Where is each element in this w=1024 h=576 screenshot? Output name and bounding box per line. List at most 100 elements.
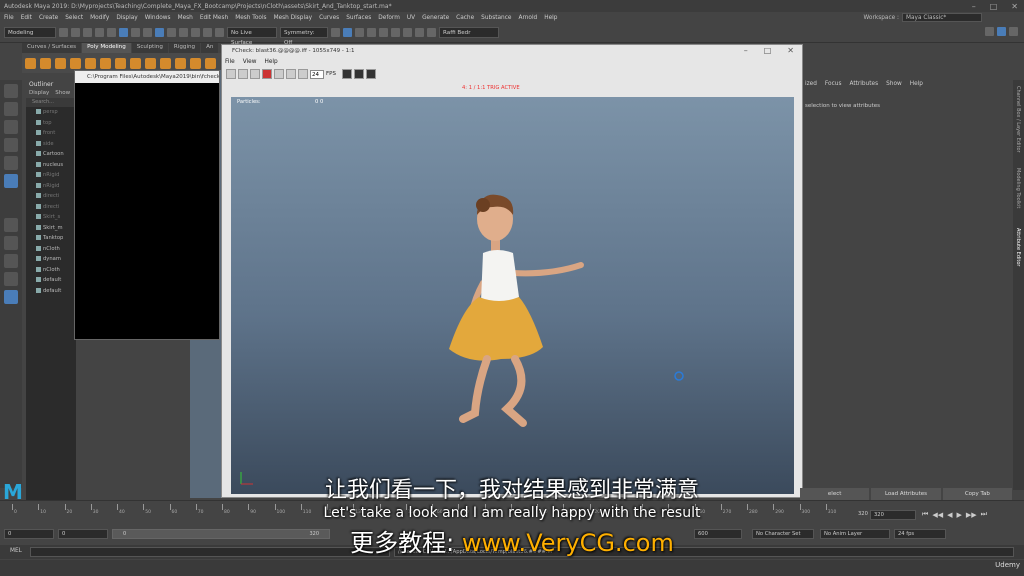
symmetry-dropdown[interactable]: Symmetry: Off xyxy=(280,27,328,46)
attr-menu-help[interactable]: Help xyxy=(910,81,923,91)
poly-platonic-icon[interactable] xyxy=(130,57,141,69)
user-dropdown[interactable]: Raffi Bedr xyxy=(439,27,499,38)
poly-plane-icon[interactable] xyxy=(100,57,111,69)
tab-modeling-toolkit[interactable]: Modeling Toolkit xyxy=(1015,168,1021,208)
menu-curves[interactable]: Curves xyxy=(319,15,339,21)
outliner-item[interactable]: Cartoon xyxy=(26,149,76,160)
menu-mesh-tools[interactable]: Mesh Tools xyxy=(235,15,266,21)
attr-menu-show[interactable]: Show xyxy=(886,81,902,91)
layout-icon-2[interactable] xyxy=(997,27,1006,36)
menu-mesh[interactable]: Mesh xyxy=(178,15,193,21)
move-tool-icon[interactable] xyxy=(4,138,18,152)
open-scene-icon[interactable] xyxy=(71,28,80,37)
poly-text-icon[interactable] xyxy=(205,57,216,69)
shelf-tab-rigging[interactable]: Rigging xyxy=(168,43,201,53)
poly-cone-icon[interactable] xyxy=(70,57,81,69)
render-settings-icon[interactable] xyxy=(379,28,388,37)
poly-torus-icon[interactable] xyxy=(85,57,96,69)
render-current-icon[interactable] xyxy=(355,28,364,37)
snap-grid-icon[interactable] xyxy=(155,28,164,37)
rgb-channel-icon[interactable] xyxy=(341,69,352,79)
select-component-icon[interactable] xyxy=(143,28,152,37)
menu-create[interactable]: Create xyxy=(39,15,58,21)
menu-generate[interactable]: Generate xyxy=(422,15,449,21)
mode-dropdown[interactable]: Modeling xyxy=(4,27,56,38)
minimize-icon[interactable]: – xyxy=(972,2,976,11)
menu-edit-mesh[interactable]: Edit Mesh xyxy=(200,15,228,21)
attr-menu-list[interactable]: ized xyxy=(805,81,817,91)
outliner-item[interactable]: default xyxy=(26,286,76,297)
menu-surfaces[interactable]: Surfaces xyxy=(346,15,371,21)
hypershade-icon[interactable] xyxy=(391,28,400,37)
play-back-icon[interactable] xyxy=(250,69,260,79)
outliner-item[interactable]: nRigid xyxy=(26,181,76,192)
ipr-render-icon[interactable] xyxy=(367,28,376,37)
menu-deform[interactable]: Deform xyxy=(378,15,400,21)
poly-prism-icon[interactable] xyxy=(160,57,171,69)
arnold-render-icon[interactable] xyxy=(403,28,412,37)
fcheck-menu-help[interactable]: Help xyxy=(264,59,277,65)
shelf-tab-poly-modeling[interactable]: Poly Modeling xyxy=(82,43,131,53)
rotate-tool-icon[interactable] xyxy=(4,156,18,170)
fast-forward-icon[interactable] xyxy=(298,69,308,79)
fcheck-minimize-icon[interactable]: – xyxy=(744,45,748,57)
outliner-menu-display[interactable]: Display xyxy=(29,89,49,98)
outliner-item[interactable]: directi xyxy=(26,202,76,213)
poly-cylinder-icon[interactable] xyxy=(55,57,66,69)
save-scene-icon[interactable] xyxy=(83,28,92,37)
poly-cube-icon[interactable] xyxy=(40,57,51,69)
shelf-tab-animation[interactable]: An xyxy=(201,43,219,53)
outliner-item[interactable]: Skirt_s xyxy=(26,212,76,223)
poly-sphere-icon[interactable] xyxy=(25,57,36,69)
step-forward-icon[interactable] xyxy=(286,69,296,79)
fcheck-window[interactable]: FCheck: blast36.@@@@.iff - 1055x749 - 1:… xyxy=(221,44,803,498)
outliner-menu-show[interactable]: Show xyxy=(55,89,70,98)
zoom-icon[interactable] xyxy=(365,69,376,79)
side-by-side-icon[interactable] xyxy=(4,272,18,286)
attr-menu-focus[interactable]: Focus xyxy=(825,81,842,91)
outliner-item[interactable]: nCloth xyxy=(26,265,76,276)
step-back-icon[interactable] xyxy=(238,69,248,79)
menu-windows[interactable]: Windows xyxy=(145,15,171,21)
outliner-layout-icon[interactable] xyxy=(4,290,18,304)
outliner-item[interactable]: directi xyxy=(26,191,76,202)
outliner-item[interactable]: nCloth xyxy=(26,244,76,255)
shelf-tab-sculpting[interactable]: Sculpting xyxy=(131,43,168,53)
snap-point-icon[interactable] xyxy=(179,28,188,37)
menu-edit[interactable]: Edit xyxy=(21,15,32,21)
outliner-item[interactable]: nRigid xyxy=(26,170,76,181)
layout-icon-3[interactable] xyxy=(1009,27,1018,36)
stop-icon[interactable] xyxy=(262,69,272,79)
menu-display[interactable]: Display xyxy=(116,15,137,21)
select-tool-icon[interactable] xyxy=(4,84,18,98)
outliner-search-input[interactable]: Search... xyxy=(26,98,76,107)
poly-disc-icon[interactable] xyxy=(115,57,126,69)
attr-menu-attributes[interactable]: Attributes xyxy=(849,81,878,91)
play-icon[interactable] xyxy=(274,69,284,79)
workspace-dropdown[interactable]: Maya Classic* xyxy=(902,13,982,22)
outliner-item[interactable]: front xyxy=(26,128,76,139)
four-view-icon[interactable] xyxy=(4,254,18,268)
select-hierarchy-icon[interactable] xyxy=(119,28,128,37)
history-icon[interactable] xyxy=(203,28,212,37)
live-surface-field[interactable]: No Live Surface xyxy=(227,27,277,46)
poly-pipe-icon[interactable] xyxy=(175,57,186,69)
new-scene-icon[interactable] xyxy=(59,28,68,37)
outliner-item[interactable]: side xyxy=(26,139,76,150)
menu-file[interactable]: File xyxy=(4,15,14,21)
fps-input[interactable]: 24 xyxy=(310,69,324,79)
outliner-item[interactable]: persp xyxy=(26,107,76,118)
outliner-item[interactable]: dynam xyxy=(26,254,76,265)
menu-arnold[interactable]: Arnold xyxy=(518,15,537,21)
curve-tool-icon[interactable] xyxy=(4,218,18,232)
outliner-item[interactable]: Skirt_m xyxy=(26,223,76,234)
menu-mesh-display[interactable]: Mesh Display xyxy=(274,15,312,21)
console-window[interactable]: C:\Program Files\Autodesk\Maya2019\bin\f… xyxy=(74,70,220,340)
menu-modify[interactable]: Modify xyxy=(90,15,109,21)
poly-helix-icon[interactable] xyxy=(190,57,201,69)
maximize-icon[interactable]: □ xyxy=(990,2,998,11)
fcheck-maximize-icon[interactable]: □ xyxy=(764,45,772,57)
outliner-item[interactable]: default xyxy=(26,275,76,286)
lasso-tool-icon[interactable] xyxy=(4,102,18,116)
alpha-channel-icon[interactable] xyxy=(353,69,364,79)
